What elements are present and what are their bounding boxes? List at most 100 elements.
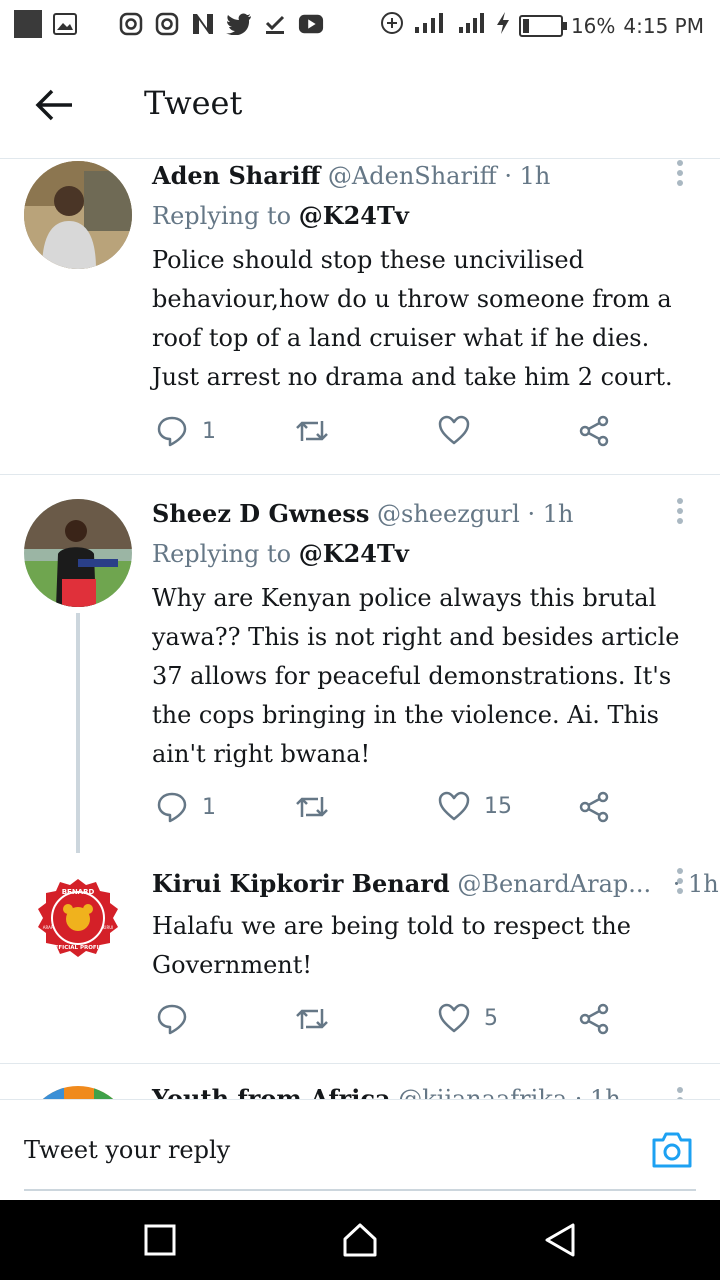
more-vertical-icon <box>677 498 683 524</box>
tweet-text: Police should stop these uncivilised beh… <box>152 246 673 391</box>
replying-to: Replying to @K24Tv <box>152 539 409 568</box>
tweet-feed[interactable]: Aden Shariff @AdenShariff · 1h Replying … <box>0 159 720 1099</box>
tweet[interactable]: Aden Shariff @AdenShariff · 1h Replying … <box>0 159 720 475</box>
avatar-label-top: BENARD <box>62 888 95 896</box>
heart-icon <box>438 415 470 445</box>
avatar[interactable] <box>24 499 132 607</box>
recents-button[interactable] <box>142 1222 178 1258</box>
home-button[interactable] <box>342 1222 378 1258</box>
mention-link[interactable]: @K24Tv <box>299 539 409 568</box>
reply-button[interactable] <box>156 1003 202 1035</box>
share-button[interactable] <box>578 791 610 823</box>
mention-link[interactable]: @K24Tv <box>299 201 409 230</box>
more-options-button[interactable] <box>670 159 690 189</box>
avatar[interactable] <box>24 1086 132 1099</box>
user-name[interactable]: Kirui Kipkorir Benard <box>152 869 450 898</box>
reply-input[interactable]: Tweet your reply <box>24 1136 230 1164</box>
home-icon <box>343 1223 377 1257</box>
instagram-icon <box>118 11 144 37</box>
user-handle[interactable]: @kijanaafrika <box>398 1085 567 1099</box>
tweet-text: Halafu we are being told to respect the … <box>152 912 631 979</box>
tweet[interactable]: BENARD OFFICIAL PROFILE ARAP KIRUI Kirui… <box>0 853 720 1063</box>
square-icon <box>144 1224 176 1256</box>
more-vertical-icon <box>677 1087 683 1099</box>
share-button[interactable] <box>578 1003 610 1035</box>
like-button[interactable]: 15 <box>438 791 512 821</box>
retweet-button[interactable] <box>294 1003 344 1035</box>
back-nav-button[interactable] <box>542 1222 578 1258</box>
more-options-button[interactable] <box>670 867 690 897</box>
battery-percent: 16% <box>570 13 616 38</box>
avatar-label-left: ARAP <box>43 925 54 930</box>
user-handle[interactable]: @BenardArap... <box>457 870 651 898</box>
tweet-time: · 1h <box>504 162 551 190</box>
tweet-actions: 5 <box>152 1003 632 1043</box>
heart-icon <box>438 791 470 821</box>
share-icon <box>579 415 609 447</box>
retweet-button[interactable] <box>294 415 344 447</box>
reply-icon <box>157 416 187 447</box>
more-options-button[interactable] <box>670 497 690 527</box>
reply-icon <box>157 792 187 823</box>
reply-button[interactable]: 1 <box>156 791 216 823</box>
tweet-text: Why are Kenyan police always this brutal… <box>152 584 680 768</box>
tweet-actions: 1 15 <box>152 791 632 831</box>
heart-icon <box>438 1003 470 1033</box>
triangle-back-icon <box>545 1223 575 1257</box>
avatar-label-right: KIRUI <box>103 925 114 930</box>
share-icon <box>579 791 609 823</box>
avatar[interactable] <box>24 161 132 269</box>
system-nav-bar <box>0 1200 720 1280</box>
retweet-icon <box>296 1009 328 1029</box>
reply-count: 1 <box>202 418 216 444</box>
like-button[interactable]: 5 <box>438 1003 498 1033</box>
more-options-button[interactable] <box>670 1086 690 1099</box>
like-count: 5 <box>484 1005 498 1031</box>
signal-icon <box>457 11 487 40</box>
retweet-icon <box>296 797 328 817</box>
avatar[interactable]: BENARD OFFICIAL PROFILE ARAP KIRUI <box>24 869 132 977</box>
user-name[interactable]: Aden Shariff <box>152 161 320 190</box>
twitter-icon <box>226 11 252 37</box>
reply-icon <box>157 1004 187 1035</box>
retweet-icon <box>296 421 328 441</box>
reply-underline <box>24 1189 696 1191</box>
tweet-time: · 1h <box>574 1085 621 1099</box>
replying-to-label: Replying to <box>152 540 292 568</box>
instagram-icon <box>154 11 180 37</box>
more-vertical-icon <box>677 868 683 894</box>
charging-icon <box>495 11 511 40</box>
share-button[interactable] <box>578 415 610 447</box>
youtube-icon <box>298 11 324 37</box>
notification-square-icon <box>14 10 42 38</box>
user-name[interactable]: Sheez D Gwness <box>152 499 369 528</box>
reply-composer: Tweet your reply <box>0 1099 720 1201</box>
replying-to-label: Replying to <box>152 202 292 230</box>
add-circle-icon <box>379 10 405 41</box>
user-name[interactable]: Youth from Africa <box>152 1084 391 1099</box>
share-icon <box>579 1003 609 1035</box>
image-icon <box>52 11 78 37</box>
reply-button[interactable]: 1 <box>156 415 216 447</box>
camera-button[interactable] <box>650 1130 694 1170</box>
retweet-button[interactable] <box>294 791 344 823</box>
tweet-time: · 1h <box>527 500 574 528</box>
page-title: Tweet <box>144 84 243 122</box>
like-button[interactable] <box>438 415 484 445</box>
clock: 4:15 PM <box>623 13 704 38</box>
reply-count: 1 <box>202 794 216 820</box>
back-button[interactable] <box>30 80 80 130</box>
battery-icon <box>518 14 567 37</box>
more-vertical-icon <box>677 160 683 186</box>
tweet[interactable]: Youth from Africa @kijanaafrika · 1h <box>0 1064 720 1099</box>
thread-line <box>76 613 80 853</box>
user-handle[interactable]: @AdenShariff <box>328 162 497 190</box>
avatar-label-bottom: OFFICIAL PROFILE <box>50 945 106 951</box>
tweet-actions: 1 <box>152 415 632 455</box>
camera-icon <box>652 1132 692 1168</box>
user-handle[interactable]: @sheezgurl <box>377 500 520 528</box>
signal-icon <box>413 11 449 40</box>
arrow-left-icon <box>35 89 72 121</box>
download-done-icon <box>262 11 288 37</box>
like-count: 15 <box>484 793 512 819</box>
